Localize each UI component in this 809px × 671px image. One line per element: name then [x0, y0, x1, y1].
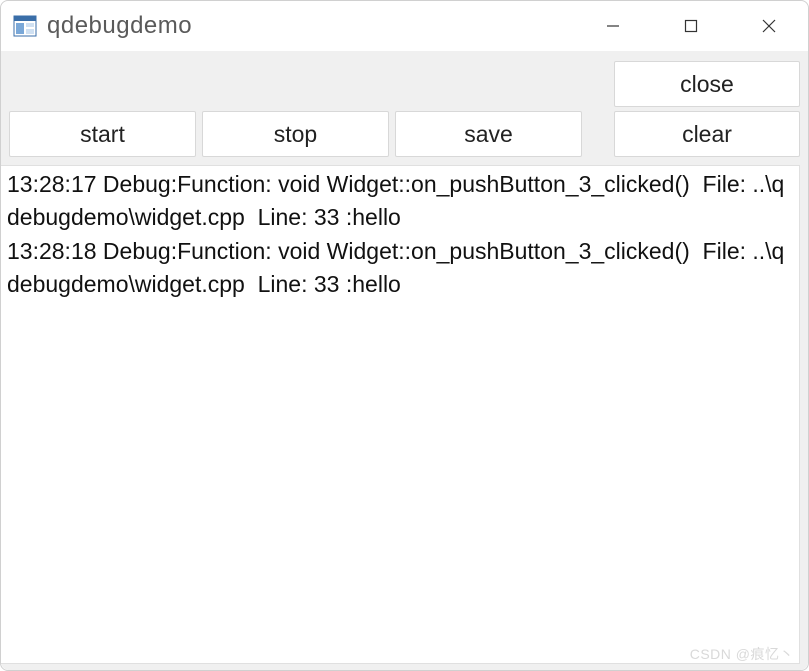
app-icon [13, 14, 37, 38]
client-area: close start stop save clear 13:28:17 Deb… [1, 51, 808, 670]
window-controls [574, 1, 808, 51]
start-button[interactable]: start [9, 111, 196, 157]
minimize-button[interactable] [574, 1, 652, 51]
window-close-button[interactable] [730, 1, 808, 51]
titlebar: qdebugdemo [1, 1, 808, 51]
stop-button[interactable]: stop [202, 111, 389, 157]
save-button[interactable]: save [395, 111, 582, 157]
maximize-button[interactable] [652, 1, 730, 51]
app-window: qdebugdemo close start stop save clear [0, 0, 809, 671]
close-button[interactable]: close [614, 61, 800, 107]
log-output[interactable]: 13:28:17 Debug:Function: void Widget::on… [1, 165, 800, 664]
log-line: 13:28:17 Debug:Function: void Widget::on… [7, 171, 784, 230]
log-line: 13:28:18 Debug:Function: void Widget::on… [7, 238, 784, 297]
window-title: qdebugdemo [47, 12, 192, 40]
clear-button[interactable]: clear [614, 111, 800, 157]
